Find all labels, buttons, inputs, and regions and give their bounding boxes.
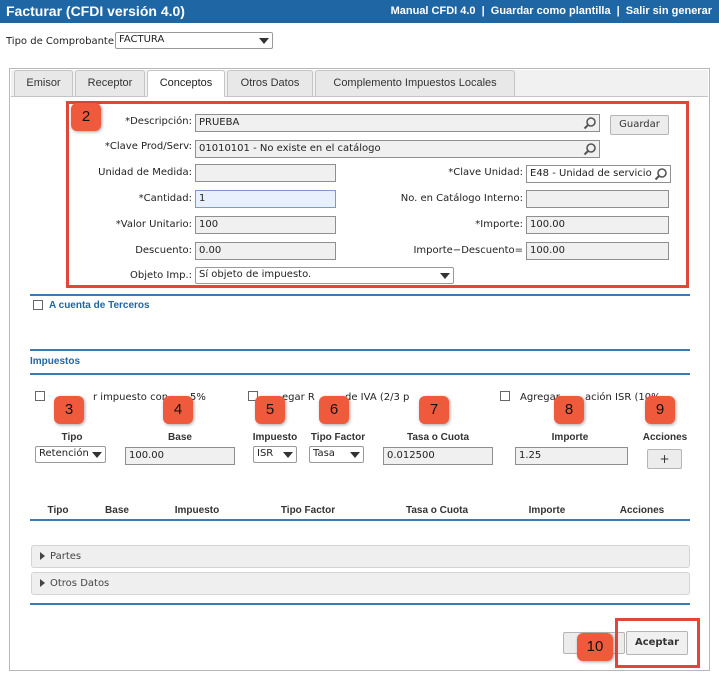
- table-col-tipo-factor: Tipo Factor: [280, 505, 336, 516]
- tipo-factor-select[interactable]: Tasa: [309, 446, 364, 463]
- table-divider: [30, 519, 690, 521]
- tasa-input[interactable]: 0.012500: [383, 447, 493, 465]
- col-impuesto: Impuesto: [252, 432, 298, 443]
- tab-receptor[interactable]: Receptor: [75, 70, 145, 97]
- annotation-badge: 6: [319, 396, 349, 424]
- save-template-link[interactable]: Guardar como plantilla: [491, 5, 611, 17]
- terceros-label[interactable]: A cuenta de Terceros: [49, 300, 150, 311]
- annotation-badge: 5: [255, 396, 285, 424]
- col-importe: Importe: [551, 432, 589, 443]
- chevron-down-icon: [92, 452, 102, 458]
- annotation-badge: 3: [54, 396, 84, 424]
- tab-otros-datos[interactable]: Otros Datos: [227, 70, 313, 97]
- separator: |: [616, 5, 620, 17]
- tab-conceptos[interactable]: Conceptos: [147, 70, 225, 97]
- annotation-badge: 4: [163, 396, 193, 424]
- header-links: Manual CFDI 4.0 | Guardar como plantilla…: [391, 5, 712, 17]
- chevron-down-icon: [350, 452, 360, 458]
- retencion-iva-label: egar R: [282, 392, 315, 403]
- section-divider: [30, 294, 690, 296]
- impuestos-title: Impuestos: [30, 356, 81, 367]
- table-col-base: Base: [105, 505, 129, 516]
- annotation-badge: 8: [554, 396, 584, 424]
- col-acciones: Acciones: [642, 432, 688, 443]
- annotation-badge: 2: [71, 103, 101, 131]
- table-col-importe: Importe: [528, 505, 566, 516]
- col-tipo-factor: Tipo Factor: [310, 432, 366, 443]
- tipo-factor-value: Tasa: [313, 448, 335, 459]
- table-col-tipo: Tipo: [47, 505, 69, 516]
- annotation-badge: 7: [419, 396, 449, 424]
- accordion-partes[interactable]: Partes: [31, 545, 690, 568]
- tipo-comprobante-select[interactable]: FACTURA: [115, 32, 273, 49]
- col-tipo: Tipo: [61, 432, 83, 443]
- table-col-tasa: Tasa o Cuota: [405, 505, 469, 516]
- caret-right-icon: [40, 579, 45, 587]
- section-divider: [30, 373, 690, 375]
- tab-complemento[interactable]: Complemento Impuestos Locales: [315, 70, 515, 97]
- impuesto-local-checkbox[interactable]: [35, 391, 45, 401]
- table-col-impuesto: Impuesto: [174, 505, 220, 516]
- chevron-down-icon: [283, 452, 293, 458]
- annotation-box-concepto: [66, 101, 689, 288]
- retencion-isr-checkbox[interactable]: [500, 391, 510, 401]
- chevron-down-icon: [259, 38, 269, 44]
- app-header: Facturar (CFDI versión 4.0) Manual CFDI …: [0, 0, 719, 23]
- table-col-acciones: Acciones: [619, 505, 665, 516]
- impuesto-select[interactable]: ISR: [253, 446, 297, 463]
- annotation-box-aceptar: [615, 618, 700, 668]
- separator: |: [481, 5, 485, 17]
- impuesto-local-label: r impuesto con: [93, 392, 169, 403]
- col-base: Base: [168, 432, 192, 443]
- manual-link[interactable]: Manual CFDI 4.0: [391, 5, 476, 17]
- tipo-value: Retención: [39, 448, 89, 459]
- add-impuesto-button[interactable]: +: [647, 449, 682, 469]
- retencion-iva-label-end: de IVA (2/3 p: [345, 392, 410, 403]
- tab-emisor[interactable]: Emisor: [14, 70, 73, 97]
- col-tasa: Tasa o Cuota: [406, 432, 470, 443]
- page-title: Facturar (CFDI versión 4.0): [6, 3, 185, 19]
- impuesto-value: ISR: [257, 448, 274, 459]
- terceros-checkbox[interactable]: [33, 300, 43, 310]
- accordion-otros-datos[interactable]: Otros Datos: [31, 572, 690, 595]
- accordion-partes-label: Partes: [50, 551, 82, 562]
- tipo-comprobante-label: Tipo de Comprobante:: [6, 36, 118, 47]
- caret-right-icon: [40, 552, 45, 560]
- exit-link[interactable]: Salir sin generar: [626, 5, 712, 17]
- importe-impuesto-input[interactable]: 1.25: [515, 447, 628, 465]
- section-divider: [30, 349, 690, 351]
- base-input[interactable]: 100.00: [125, 447, 235, 465]
- section-divider: [30, 603, 690, 605]
- accordion-otros-datos-label: Otros Datos: [50, 578, 110, 589]
- annotation-badge: 10: [577, 633, 613, 661]
- tipo-comprobante-value: FACTURA: [119, 34, 165, 45]
- tipo-select[interactable]: Retención: [35, 446, 106, 463]
- annotation-badge: 9: [645, 396, 675, 424]
